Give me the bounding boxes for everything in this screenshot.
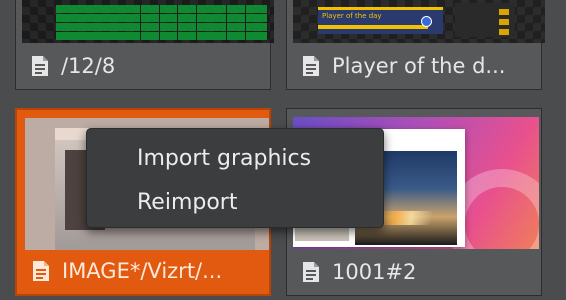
thumbnail-sports-table [22,0,274,43]
document-icon [32,55,48,76]
card-footer: IMAGE*/Vizrt/... [17,247,269,294]
card-label: Player of the d... [332,53,506,78]
document-icon [303,55,319,76]
card-label: IMAGE*/Vizrt/... [62,258,223,283]
menu-item-label: Reimport [137,189,238,215]
template-card-player-of-the-day[interactable]: Player of the day Player of the d... [286,0,545,90]
template-card-sports-table[interactable]: /12/8 [15,0,274,90]
card-label: 1001#2 [332,259,417,284]
context-menu: Import graphics Reimport [86,128,384,228]
thumbnail-banner-text: Player of the day [322,12,382,20]
thumbnail-player-of-the-day: Player of the day [293,0,545,43]
menu-item-label: Import graphics [137,145,312,171]
document-icon [33,260,49,281]
card-footer: 1001#2 [287,248,541,295]
card-label: /12/8 [61,53,116,78]
card-footer: /12/8 [16,42,270,89]
document-icon [303,261,319,282]
menu-item-reimport[interactable]: Reimport [87,182,383,222]
menu-item-import-graphics[interactable]: Import graphics [87,138,383,178]
card-footer: Player of the d... [287,42,541,89]
